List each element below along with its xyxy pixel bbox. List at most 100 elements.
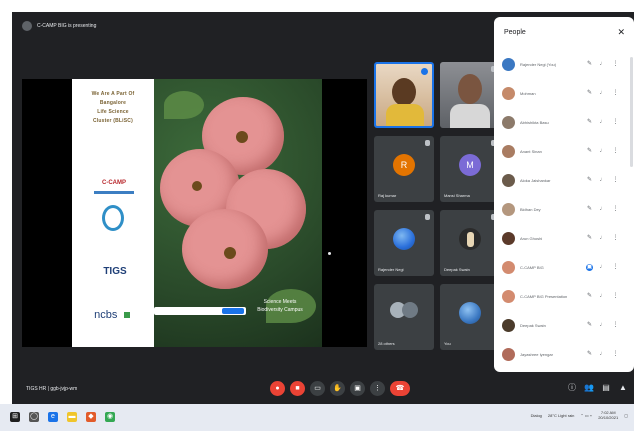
mic-icon[interactable]: ♩	[599, 235, 606, 242]
pin-icon[interactable]: ✎	[586, 61, 593, 68]
flower-center	[224, 247, 236, 259]
tile-name: 28 others	[378, 341, 395, 346]
video-tile[interactable]: R Raj kumar	[374, 136, 434, 202]
more-options-icon[interactable]: ⋮	[612, 264, 619, 271]
captions-button[interactable]: ▭	[310, 381, 325, 396]
more-options-icon[interactable]: ⋮	[612, 322, 619, 329]
pin-icon[interactable]: ✎	[586, 293, 593, 300]
more-options-button[interactable]: ⋮	[370, 381, 385, 396]
video-tile[interactable]: M Mansi Sharma	[440, 136, 500, 202]
participant-row[interactable]: Deepak Swain ✎ ♩ ⋮	[502, 316, 626, 334]
participant-name: C-CAMP BIG Presentation	[520, 293, 568, 299]
participant-avatar	[502, 202, 515, 216]
tile-name: Mansi Sharma	[444, 193, 470, 198]
video-tile[interactable]	[374, 62, 434, 128]
logo-blue-figure	[102, 205, 124, 231]
mic-icon[interactable]: ♩	[599, 90, 606, 97]
presenting-icon[interactable]: ▣	[586, 263, 593, 271]
scrollbar[interactable]	[630, 57, 633, 167]
stop-presenting-button[interactable]	[222, 308, 244, 314]
more-options-icon[interactable]: ⋮	[612, 90, 619, 97]
taskbar-label: Dialog	[530, 412, 542, 418]
speaking-indicator-icon	[421, 68, 428, 75]
end-call-button[interactable]: ☎	[390, 381, 410, 396]
logo-ccamp-text: C-CAMP	[102, 180, 126, 186]
search-icon[interactable]: ◯	[29, 412, 39, 422]
participant-row[interactable]: Bidhan Dey ✎ ♩ ⋮	[502, 200, 626, 218]
video-tile[interactable]: Rajender Negi	[374, 210, 434, 276]
mic-icon[interactable]: ♩	[599, 351, 606, 358]
more-options-icon[interactable]: ⋮	[612, 148, 619, 155]
participant-avatar	[502, 86, 515, 100]
slide-left-panel: We Are A Part Of Bangalore Life Science …	[72, 79, 154, 347]
camera-toggle-button[interactable]: ■	[290, 381, 305, 396]
activities-icon[interactable]: ▲	[618, 383, 628, 393]
participant-row[interactable]: C-CAMP BIG ▣ ♩ ⋮	[502, 258, 626, 276]
participant-row[interactable]: Jayashree Iyengar ✎ ♩ ⋮	[502, 345, 626, 363]
start-icon[interactable]: ⊞	[10, 412, 20, 422]
participant-row[interactable]: Anant Sinan ✎ ♩ ⋮	[502, 142, 626, 160]
pin-icon[interactable]: ✎	[586, 351, 593, 358]
people-panel: People ✕ Rajender Negi (You) ✎ ♩ ⋮ Mohman ✎ ♩ ⋮…	[494, 17, 634, 372]
pin-icon[interactable]: ✎	[586, 322, 593, 329]
others-tile[interactable]: 28 others	[374, 284, 434, 350]
caption-line: Biodiversity Campus	[257, 307, 303, 313]
windows-taskbar: ⊞ ◯ e ▬ ◆ ◉ Dialog 28°C Light rain ⌃ ▭ ⌁…	[0, 404, 634, 431]
screen: C-CAMP BIG is presenting We Are A Part O…	[0, 0, 634, 431]
close-icon[interactable]: ✕	[617, 27, 625, 38]
mic-icon[interactable]: ♩	[599, 61, 606, 68]
more-options-icon[interactable]: ⋮	[612, 177, 619, 184]
pin-icon[interactable]: ✎	[586, 119, 593, 126]
more-options-icon[interactable]: ⋮	[612, 235, 619, 242]
pin-icon[interactable]: ✎	[586, 206, 593, 213]
avatar: R	[393, 154, 415, 176]
app-icon[interactable]: ◆	[86, 412, 96, 422]
meeting-details[interactable]: TIGS HR | ggb-jvjp-wm	[26, 386, 77, 392]
bottom-bar: TIGS HR | ggb-jvjp-wm ● ■ ▭ ✋ ▣ ⋮ ☎ ⓘ 👥 …	[12, 377, 634, 404]
slide-heading-line: Bangalore	[99, 100, 127, 106]
participant-avatar	[502, 318, 515, 332]
more-options-icon[interactable]: ⋮	[612, 293, 619, 300]
presentation-toolbar[interactable]	[154, 307, 246, 315]
participant-row[interactable]: Abhishikta Basu ✎ ♩ ⋮	[502, 113, 626, 131]
raise-hand-button[interactable]: ✋	[330, 381, 345, 396]
video-tile[interactable]	[440, 62, 500, 128]
video-tile[interactable]: You	[440, 284, 500, 350]
participant-row[interactable]: Rajender Negi (You) ✎ ♩ ⋮	[502, 55, 626, 73]
mic-icon[interactable]: ♩	[599, 177, 606, 184]
slide-heading: We Are A Part Of Bangalore Life Science …	[72, 91, 154, 124]
more-options-icon[interactable]: ⋮	[612, 206, 619, 213]
pin-icon[interactable]: ✎	[586, 148, 593, 155]
mic-icon[interactable]: ♩	[599, 293, 606, 300]
participant-row[interactable]: Mohman ✎ ♩ ⋮	[502, 84, 626, 102]
mic-icon[interactable]: ♩	[599, 206, 606, 213]
pin-icon[interactable]: ✎	[586, 90, 593, 97]
present-button[interactable]: ▣	[350, 381, 365, 396]
participant-row[interactable]: Aloka Jaishankar ✎ ♩ ⋮	[502, 171, 626, 189]
mic-icon[interactable]: ♩	[599, 119, 606, 126]
participant-name: Bidhan Dey	[520, 206, 541, 212]
mic-icon[interactable]: ♩	[599, 264, 606, 271]
more-options-icon[interactable]: ⋮	[612, 61, 619, 68]
clock[interactable]: 7:02 AM 20/10/2021	[598, 410, 618, 420]
tray-icons[interactable]: ⌃ ▭ ⌁	[580, 413, 592, 418]
mic-icon[interactable]: ♩	[599, 148, 606, 155]
edge-icon[interactable]: e	[48, 412, 58, 422]
mic-icon[interactable]: ♩	[599, 322, 606, 329]
pin-icon[interactable]: ✎	[586, 235, 593, 242]
info-icon[interactable]: ⓘ	[567, 383, 577, 393]
mic-toggle-button[interactable]: ●	[270, 381, 285, 396]
notification-icon[interactable]: ▢	[624, 413, 628, 418]
video-tile[interactable]: Deepak Swain	[440, 210, 500, 276]
chat-icon[interactable]: ▤	[601, 383, 611, 393]
chrome-icon[interactable]: ◉	[105, 412, 115, 422]
presenter-avatar	[22, 21, 32, 31]
participant-row[interactable]: Arun Ghoshi ✎ ♩ ⋮	[502, 229, 626, 247]
weather-widget[interactable]: 28°C Light rain	[548, 413, 575, 418]
more-options-icon[interactable]: ⋮	[612, 119, 619, 126]
folder-icon[interactable]: ▬	[67, 412, 77, 422]
more-options-icon[interactable]: ⋮	[612, 351, 619, 358]
pin-icon[interactable]: ✎	[586, 177, 593, 184]
people-icon[interactable]: 👥	[584, 383, 594, 393]
participant-row[interactable]: C-CAMP BIG Presentation ✎ ♩ ⋮	[502, 287, 626, 305]
